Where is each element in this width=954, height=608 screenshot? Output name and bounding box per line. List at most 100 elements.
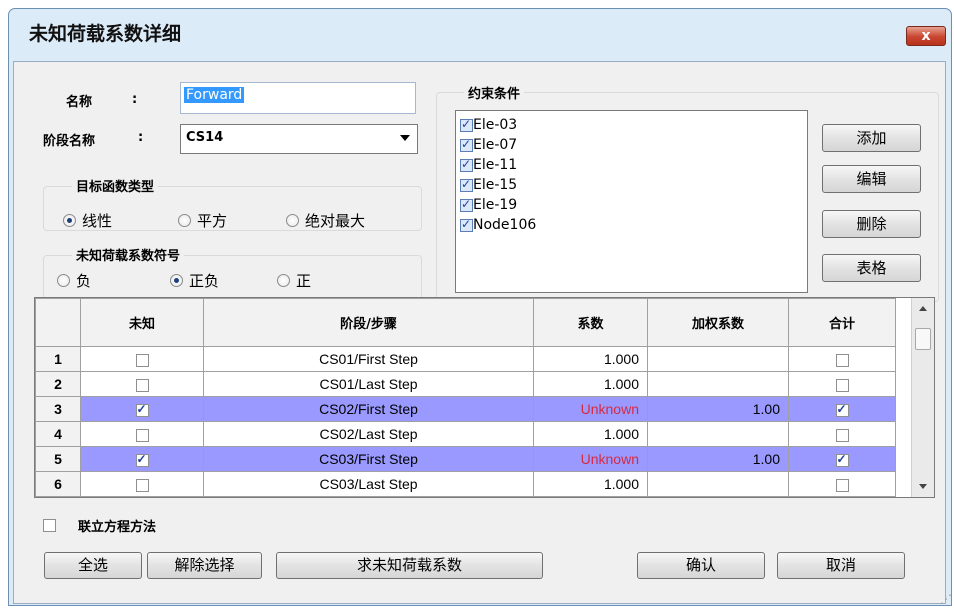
col-header-unknown[interactable]: 未知 (80, 298, 204, 347)
cell-sum[interactable] (788, 346, 896, 372)
checkbox-icon[interactable] (835, 478, 849, 492)
cell-unknown[interactable] (80, 396, 204, 422)
cell-unknown[interactable] (80, 346, 204, 372)
list-item[interactable]: Ele-11 (460, 155, 517, 175)
checkbox-icon[interactable] (835, 428, 849, 442)
ok-button[interactable]: 确认 (637, 552, 765, 579)
radio-negative[interactable]: 负 (57, 270, 91, 291)
checkbox-icon (460, 157, 473, 172)
dialog-title: 未知荷载系数详细 (29, 23, 182, 45)
cell-stage[interactable]: CS03/First Step (203, 446, 534, 472)
row-number[interactable]: 6 (35, 471, 81, 497)
checkbox-icon[interactable] (135, 378, 149, 392)
solve-unknown-factors-button[interactable]: 求未知荷载系数 (276, 552, 543, 579)
name-input-value: Forward (184, 87, 245, 103)
cell-weight[interactable] (647, 371, 789, 397)
cell-stage[interactable]: CS03/Last Step (203, 471, 534, 497)
cell-weight[interactable]: 1.00 (647, 396, 789, 422)
radio-positive[interactable]: 正 (277, 270, 311, 291)
edit-button[interactable]: 编辑 (822, 165, 921, 193)
deselect-button[interactable]: 解除选择 (147, 552, 262, 579)
cell-sum[interactable] (788, 446, 896, 472)
row-number[interactable]: 4 (35, 421, 81, 447)
cell-sum[interactable] (788, 421, 896, 447)
checkbox-icon[interactable] (135, 428, 149, 442)
radio-abs-max[interactable]: 绝对最大 (286, 210, 365, 231)
radio-linear[interactable]: 线性 (63, 210, 112, 231)
list-item[interactable]: Ele-03 (460, 115, 517, 135)
checkbox-icon[interactable] (135, 353, 149, 367)
cell-sum[interactable] (788, 371, 896, 397)
cell-unknown[interactable] (80, 371, 204, 397)
stage-grid[interactable]: 未知 阶段/步骤 系数 加权系数 合计 1 CS01/First Step 1.00… (34, 297, 935, 498)
cell-factor[interactable]: 1.000 (533, 421, 648, 447)
col-header-stage[interactable]: 阶段/步骤 (203, 298, 534, 347)
table-row[interactable]: 4 CS02/Last Step 1.000 (35, 421, 896, 447)
cell-stage[interactable]: CS02/First Step (203, 396, 534, 422)
radio-both[interactable]: 正负 (170, 270, 219, 291)
list-item[interactable]: Ele-07 (460, 135, 517, 155)
table-row[interactable]: 3 CS02/First StepUnknown1.00 (35, 396, 896, 422)
cell-weight[interactable] (647, 421, 789, 447)
cell-unknown[interactable] (80, 421, 204, 447)
col-header-sum[interactable]: 合计 (788, 298, 896, 347)
list-item[interactable]: Ele-19 (460, 195, 517, 215)
name-input[interactable]: Forward (180, 82, 416, 114)
list-item[interactable]: Ele-15 (460, 175, 517, 195)
checkbox-icon[interactable] (135, 478, 149, 492)
row-number[interactable]: 2 (35, 371, 81, 397)
radio-dot-icon (277, 274, 290, 287)
table-row[interactable]: 2 CS01/Last Step 1.000 (35, 371, 896, 397)
stage-select[interactable]: CS14 (180, 124, 418, 154)
radio-dot-icon (170, 274, 183, 287)
cancel-button[interactable]: 取消 (777, 552, 905, 579)
table-row[interactable]: 1 CS01/First Step 1.000 (35, 346, 896, 372)
vertical-scrollbar[interactable] (911, 298, 934, 497)
checkbox-icon[interactable] (135, 402, 149, 417)
row-number[interactable]: 5 (35, 446, 81, 472)
cell-stage[interactable]: CS02/Last Step (203, 421, 534, 447)
add-button[interactable]: 添加 (822, 124, 921, 152)
checkbox-icon[interactable] (135, 452, 149, 467)
delete-button[interactable]: 删除 (822, 210, 921, 238)
col-header-factor[interactable]: 系数 (533, 298, 648, 347)
checkbox-icon[interactable] (835, 402, 849, 417)
row-number[interactable]: 3 (35, 396, 81, 422)
table-row[interactable]: 5 CS03/First StepUnknown1.00 (35, 446, 896, 472)
cell-factor[interactable]: Unknown (533, 446, 648, 472)
resize-grip-icon[interactable]: ⋰ (940, 592, 952, 606)
cell-factor[interactable]: Unknown (533, 396, 648, 422)
col-header-weight[interactable]: 加权系数 (647, 298, 789, 347)
checkbox-icon[interactable] (835, 452, 849, 467)
title-bar[interactable]: 未知荷载系数详细 x (9, 9, 951, 65)
cell-stage[interactable]: CS01/First Step (203, 346, 534, 372)
cell-weight[interactable] (647, 471, 789, 497)
cell-factor[interactable]: 1.000 (533, 346, 648, 372)
cell-factor[interactable]: 1.000 (533, 471, 648, 497)
table-row[interactable]: 6 CS03/Last Step 1.000 (35, 471, 896, 497)
cell-unknown[interactable] (80, 446, 204, 472)
objective-group-title: 目标函数类型 (72, 176, 159, 195)
simultaneous-option[interactable]: 联立方程方法 (43, 516, 156, 535)
constraints-list[interactable]: Ele-03 Ele-07 Ele-11 Ele-15 Ele-19 Node1… (455, 110, 808, 293)
cell-factor[interactable]: 1.000 (533, 371, 648, 397)
checkbox-icon[interactable] (835, 378, 849, 392)
stage-table: 未知 阶段/步骤 系数 加权系数 合计 1 CS01/First Step 1.00… (35, 298, 896, 497)
scroll-down-icon[interactable] (919, 484, 927, 489)
cell-sum[interactable] (788, 471, 896, 497)
radio-square[interactable]: 平方 (178, 210, 227, 231)
cell-stage[interactable]: CS01/Last Step (203, 371, 534, 397)
cell-weight[interactable] (647, 346, 789, 372)
scroll-thumb[interactable] (915, 328, 931, 350)
close-button[interactable]: x (906, 26, 946, 46)
scroll-up-icon[interactable] (919, 306, 927, 311)
row-number[interactable]: 1 (35, 346, 81, 372)
table-button[interactable]: 表格 (822, 254, 921, 282)
simultaneous-label: 联立方程方法 (78, 520, 157, 535)
checkbox-icon[interactable] (835, 353, 849, 367)
list-item[interactable]: Node106 (460, 215, 536, 235)
cell-weight[interactable]: 1.00 (647, 446, 789, 472)
cell-unknown[interactable] (80, 471, 204, 497)
cell-sum[interactable] (788, 396, 896, 422)
select-all-button[interactable]: 全选 (44, 552, 142, 579)
